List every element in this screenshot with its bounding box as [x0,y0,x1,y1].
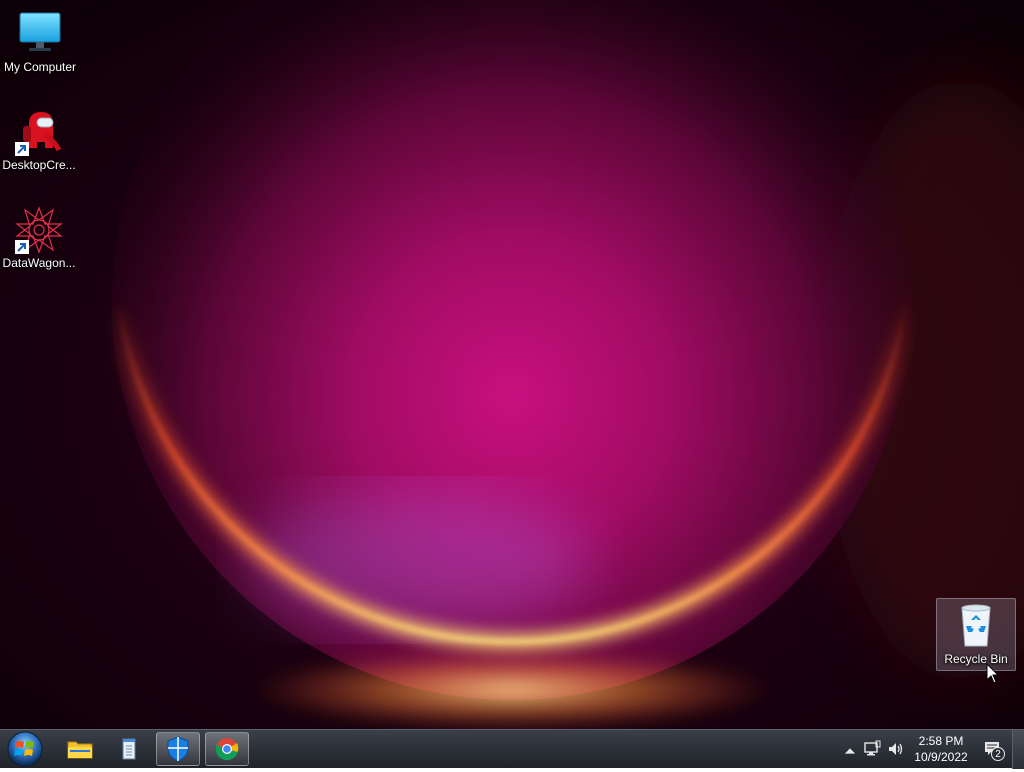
desktop-icon-label: My Computer [3,60,77,74]
taskbar: 2:58 PM 10/9/2022 2 [0,729,1024,769]
among-us-crewmate-icon [15,108,63,156]
action-center-button[interactable]: 2 [983,739,1005,761]
chrome-icon [215,738,239,761]
notification-count-badge: 2 [991,747,1005,761]
chevron-up-icon[interactable] [841,742,859,760]
desktop-icon-label: DataWagon... [2,256,76,270]
clock-date: 10/9/2022 [914,750,968,764]
clock[interactable]: 2:58 PM 10/9/2022 [906,733,976,765]
folder-icon [67,741,93,759]
wallpaper [0,0,1024,729]
desktop-icon-datawagon[interactable]: DataWagon... [0,206,78,271]
clock-time: 2:58 PM [918,734,964,748]
shortcut-arrow-icon [15,142,29,156]
taskbar-windows-security-button[interactable] [156,732,200,766]
monitor-icon [16,10,64,58]
speaker-icon[interactable] [887,740,905,758]
taskbar-file-explorer-button[interactable] [58,732,102,766]
desktop-icon-recycle-bin[interactable]: Recycle Bin [936,598,1016,671]
taskbar-notepad-button[interactable] [107,732,151,766]
desktop-icon-my-computer[interactable]: My Computer [1,10,79,75]
recycle-bin-icon [952,602,1000,650]
desktop-icon-desktopcre[interactable]: DesktopCre... [0,108,78,173]
show-desktop-button[interactable] [1012,730,1024,769]
shield-icon [167,736,189,762]
windows-orb-icon [7,731,43,767]
shortcut-arrow-icon [15,240,29,254]
desktop-icon-label: Recycle Bin [944,652,1008,666]
mandala-icon [15,206,63,254]
desktop[interactable]: My Computer DesktopCre... DataWagon... R… [0,0,1024,729]
mouse-cursor-icon [986,663,1000,684]
taskbar-chrome-button[interactable] [205,732,249,766]
network-icon[interactable] [863,740,881,758]
desktop-icon-label: DesktopCre... [2,158,76,172]
notepad-icon [122,738,136,760]
start-button[interactable] [5,731,49,767]
